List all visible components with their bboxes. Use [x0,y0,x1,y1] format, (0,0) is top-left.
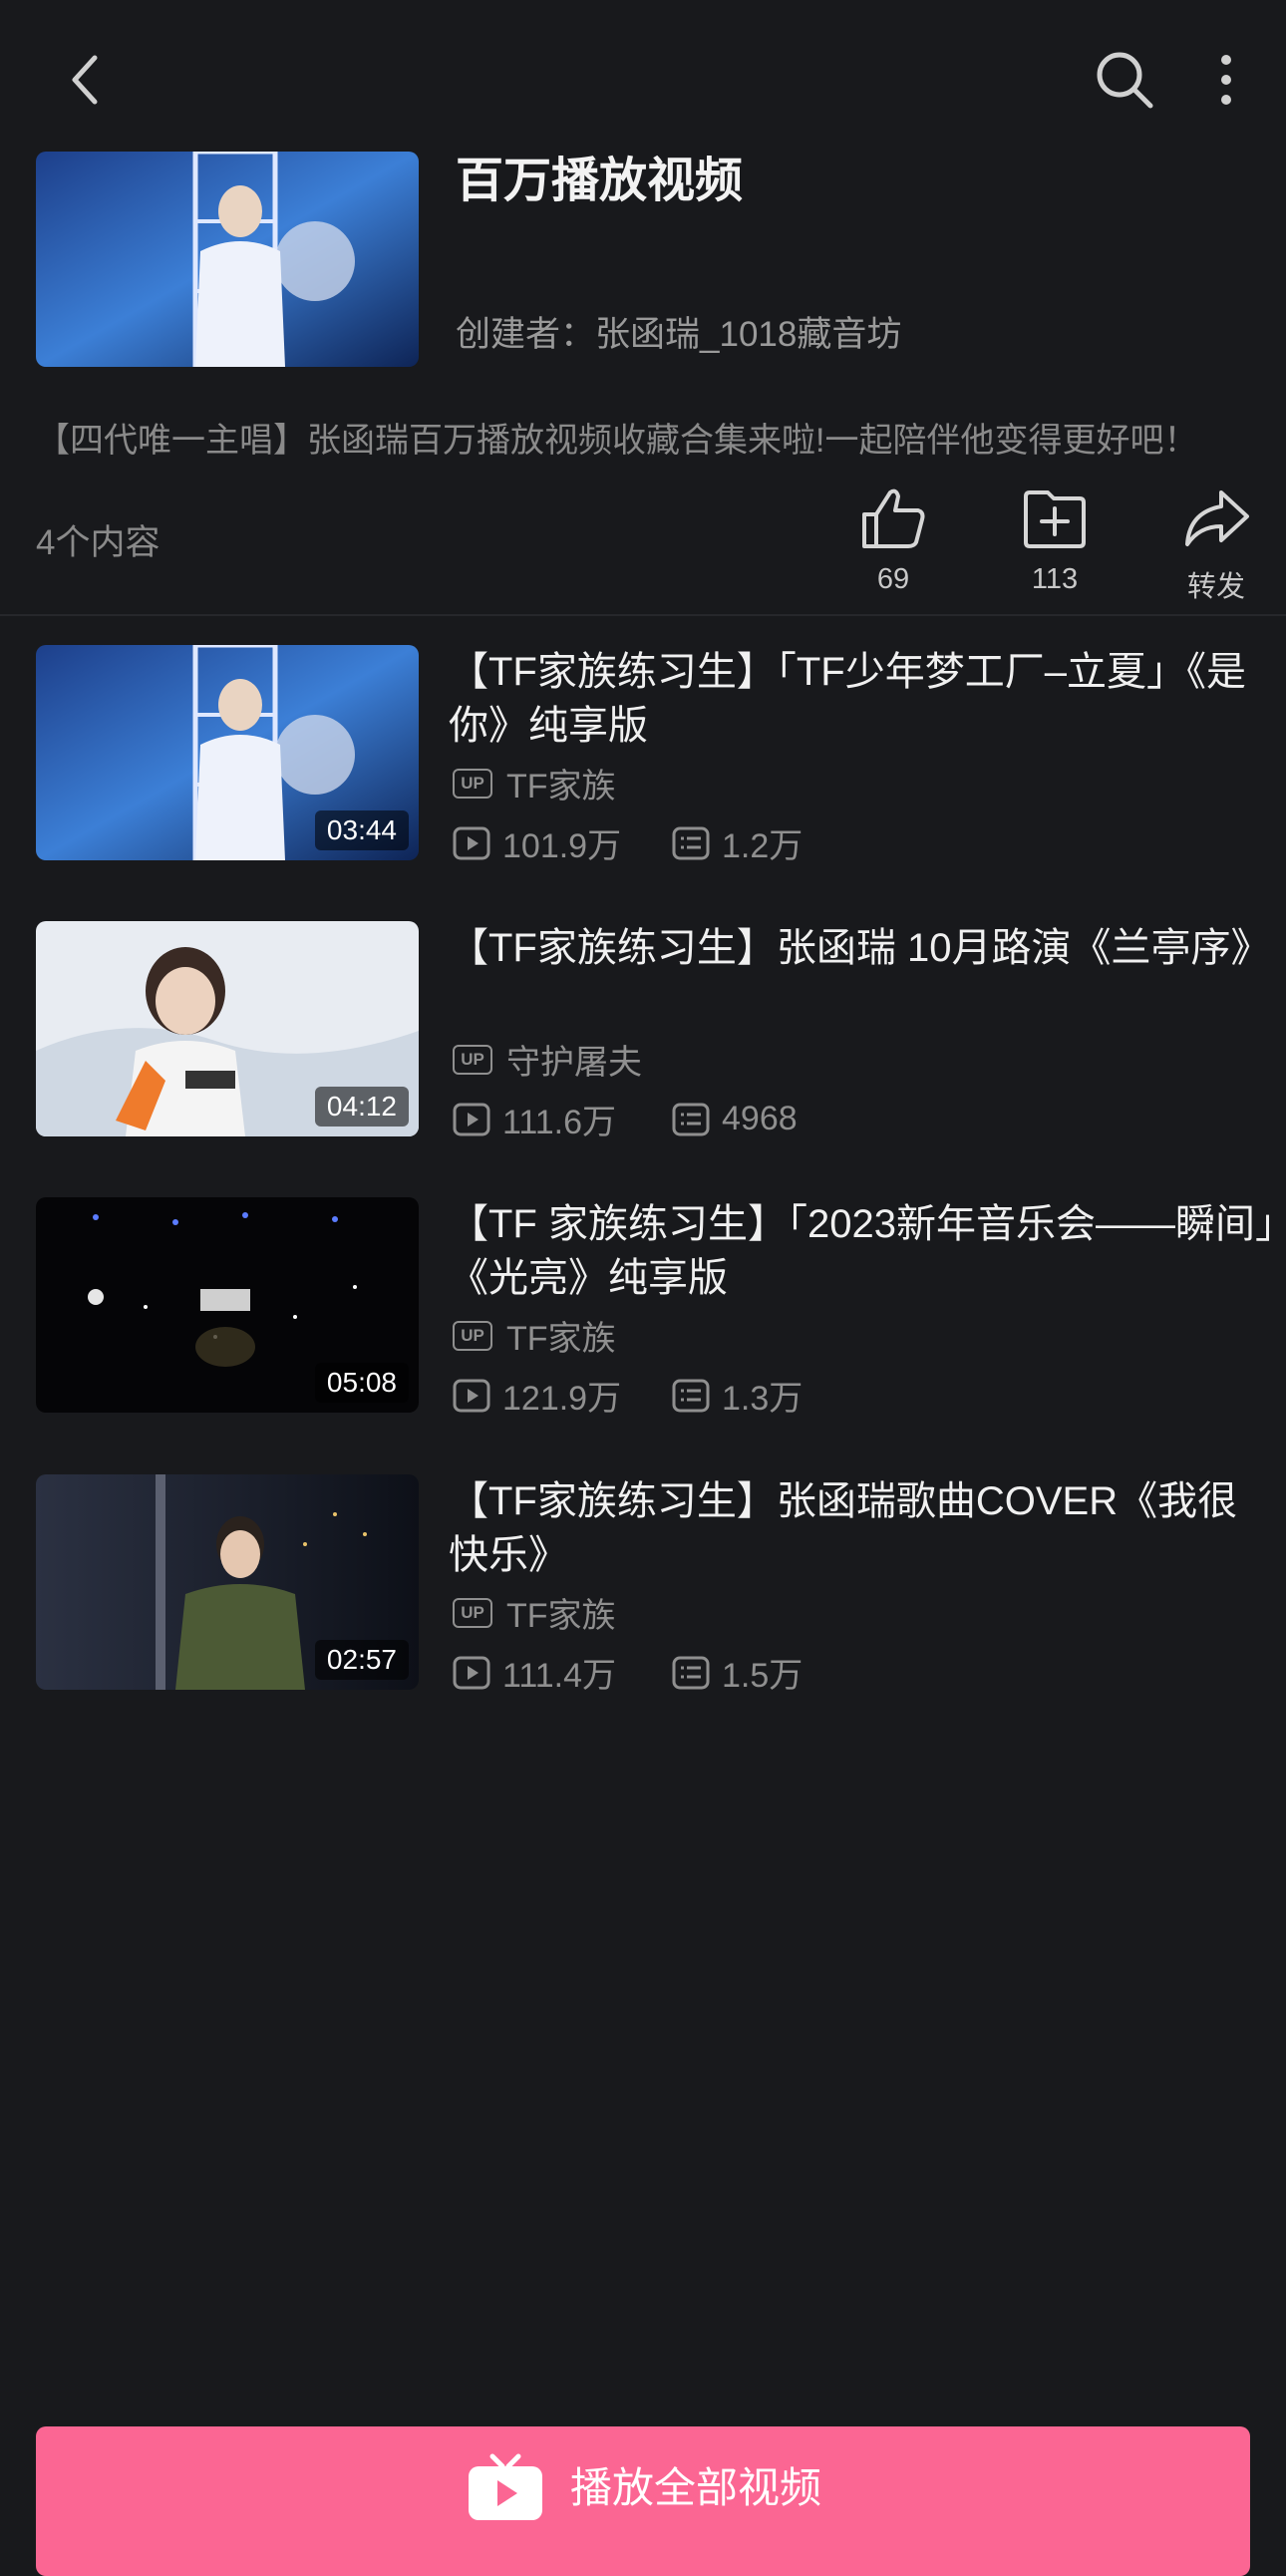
like-button[interactable]: 69 [833,486,953,596]
creator-prefix: 创建者： [456,315,596,354]
danmaku-count: 4968 [672,1100,871,1138]
video-title[interactable]: 【TF家族练习生】张函瑞歌曲COVER《我很快乐》 [449,1474,1276,1582]
video-title[interactable]: 【TF 家族练习生】「2023新年音乐会——瞬间」《光亮》纯享版 [449,1197,1276,1305]
search-icon [1097,52,1153,109]
creator-name: 张函瑞_1018藏音坊 [595,315,902,354]
more-icon [1221,55,1231,105]
up-badge-icon: UP [453,1597,492,1628]
up-badge-icon: UP [453,1044,492,1075]
collection-header: 百万播放视频 创建者：张函瑞_1018藏音坊 [36,152,1252,367]
video-list-item[interactable]: 04:12 【TF家族练习生】张函瑞 10月路演《兰亭序》 UP 守护屠夫 11… [36,921,1270,1141]
up-badge-icon: UP [453,1320,492,1351]
up-badge-icon: UP [453,768,492,799]
uploader-name: TF家族 [506,1320,616,1358]
favorite-icon [1024,490,1086,548]
uploader-name: TF家族 [506,1597,616,1635]
danmaku-count: 1.2万 [672,818,871,867]
favorite-button[interactable]: 113 [995,486,1115,596]
video-title[interactable]: 【TF家族练习生】张函瑞 10月路演《兰亭序》 [449,921,1276,975]
top-bar [0,0,1286,150]
video-thumbnail[interactable]: 02:57 [36,1474,419,1690]
play-count: 121.9万 [453,1371,621,1420]
video-list-item[interactable]: 05:08 【TF 家族练习生】「2023新年音乐会——瞬间」《光亮》纯享版 U… [36,1197,1275,1418]
back-button[interactable] [50,40,120,120]
share-label: 转发 [1186,571,1245,603]
video-title[interactable]: 【TF家族练习生】「TF少年梦工厂–立夏」《是你》纯享版 [449,645,1276,753]
danmaku-icon [672,1379,710,1412]
video-stats: 101.9万 1.2万 [453,818,803,867]
tv-play-icon [468,2453,542,2520]
video-uploader[interactable]: UP TF家族 [453,1588,616,1637]
play-count-icon [453,1103,490,1135]
play-count-icon [453,1379,490,1412]
creator-info[interactable]: 创建者：张函瑞_1018藏音坊 [456,313,901,357]
play-count-icon [453,826,490,859]
video-uploader[interactable]: UP TF家族 [453,759,616,807]
collection-title: 百万播放视频 [456,155,744,207]
danmaku-count: 1.5万 [672,1648,871,1697]
collection-description: 【四代唯一主唱】张函瑞百万播放视频收藏合集来啦!一起陪伴他变得更好吧！ [36,422,1198,460]
share-icon [1185,490,1249,546]
video-thumbnail[interactable]: 05:08 [36,1197,419,1413]
more-button[interactable] [1196,40,1256,120]
like-count: 69 [876,563,910,595]
video-uploader[interactable]: UP TF家族 [453,1311,616,1360]
video-uploader[interactable]: UP 守护屠夫 [453,1035,642,1084]
danmaku-icon [672,1103,710,1135]
uploader-name: TF家族 [506,768,616,805]
video-duration: 03:44 [314,810,409,850]
video-stats: 111.4万 1.5万 [453,1648,803,1697]
uploader-name: 守护屠夫 [506,1044,642,1082]
video-duration: 04:12 [314,1087,409,1127]
favorite-count: 113 [1031,563,1079,595]
danmaku-count: 1.3万 [672,1371,871,1420]
video-stats: 111.6万 4968 [453,1095,798,1143]
content-count: 4个内容 [36,523,161,562]
search-button[interactable] [1085,40,1164,120]
video-stats: 121.9万 1.3万 [453,1371,803,1420]
play-count: 111.4万 [453,1648,616,1697]
video-thumbnail[interactable]: 03:44 [36,645,419,860]
play-all-button[interactable]: 播放全部视频 [36,2426,1250,2576]
video-thumbnail[interactable]: 04:12 [36,921,419,1136]
video-list-item[interactable]: 02:57 【TF家族练习生】张函瑞歌曲COVER《我很快乐》 UP TF家族 … [36,1474,1262,1695]
play-count: 111.6万 [453,1095,616,1143]
back-icon [72,55,98,105]
like-icon [862,488,925,548]
video-list-item[interactable]: 03:44 【TF家族练习生】「TF少年梦工厂–立夏」《是你》纯享版 UP TF… [36,645,1262,865]
collection-cover-image[interactable] [36,152,419,367]
share-button[interactable]: 转发 [1156,486,1276,605]
danmaku-icon [672,1656,710,1689]
play-count: 101.9万 [453,818,621,867]
divider [0,614,1286,616]
danmaku-icon [672,826,710,859]
video-duration: 02:57 [314,1640,409,1680]
play-all-label: 播放全部视频 [569,2464,821,2511]
video-duration: 05:08 [314,1363,409,1403]
play-count-icon [453,1656,490,1689]
